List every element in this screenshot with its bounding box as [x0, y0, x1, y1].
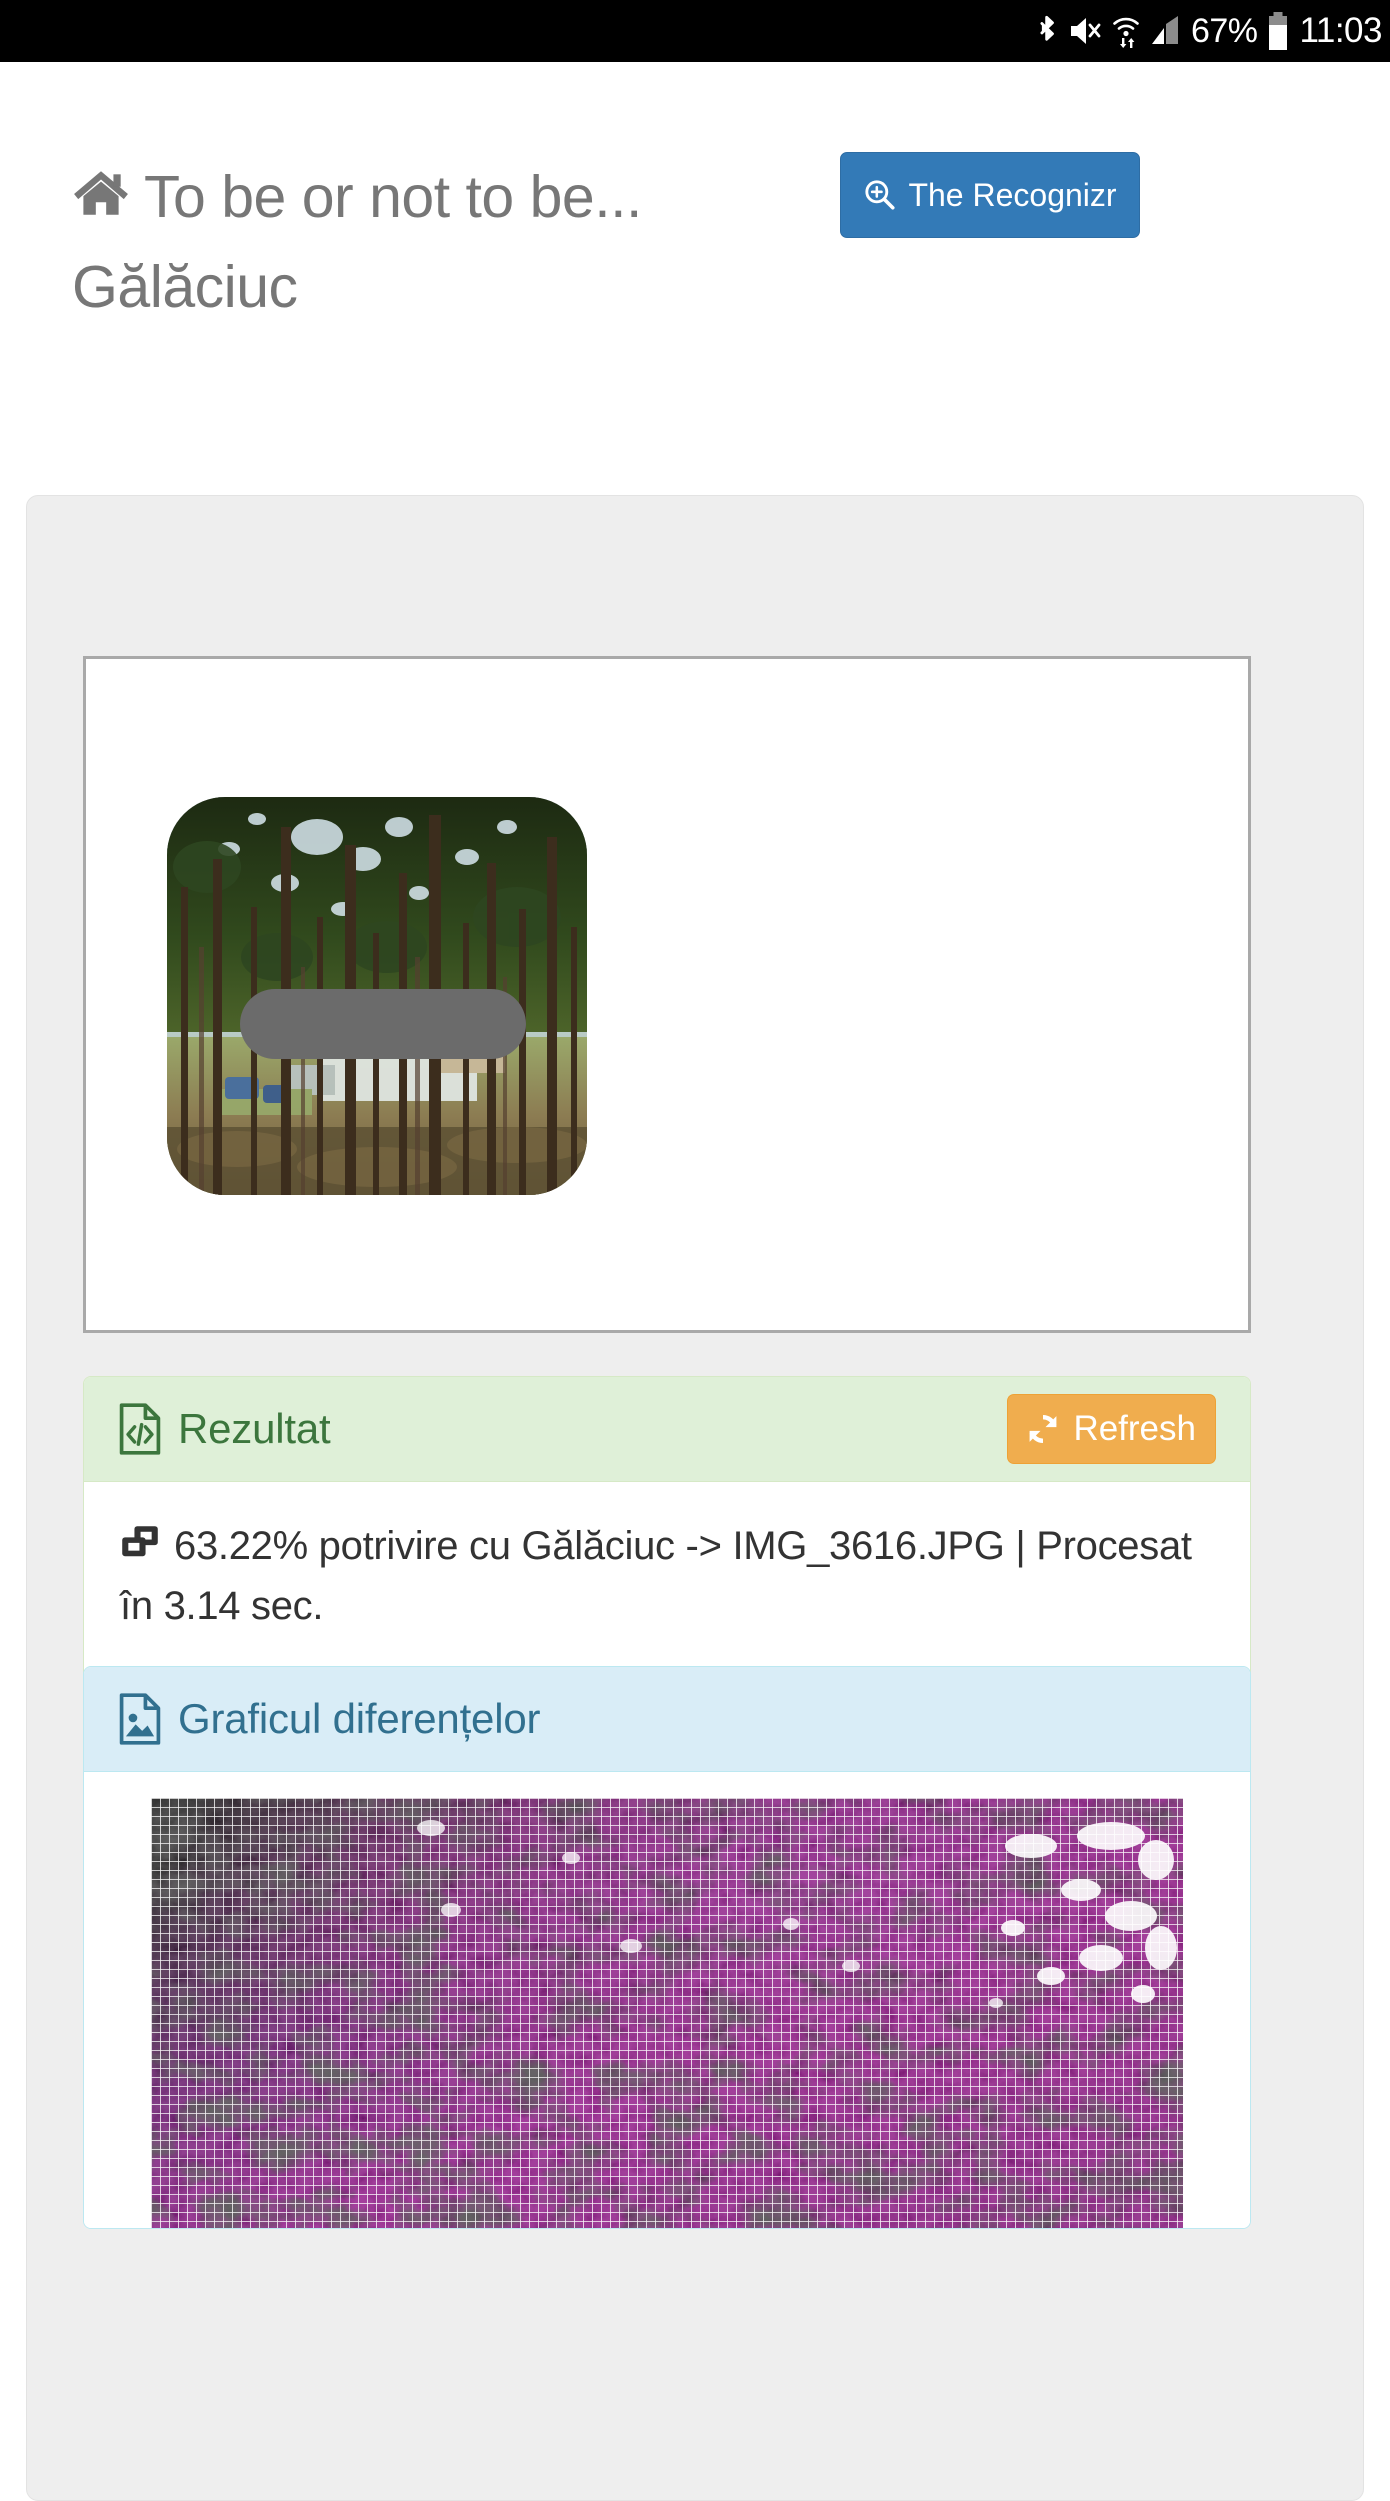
status-bar: 67% 11:03: [0, 0, 1390, 62]
battery-icon: [1267, 11, 1289, 51]
signal-icon: [1150, 14, 1182, 48]
refresh-icon: [1024, 1410, 1062, 1448]
graph-panel: Graficul diferențelor: [83, 1666, 1251, 2229]
result-panel-body: 63.22% potrivire cu Gălăciuc -> IMG_3616…: [84, 1482, 1250, 1680]
redaction-bar: [240, 989, 526, 1059]
file-image-icon: [118, 1693, 162, 1745]
the-recognizr-button[interactable]: The Recognizr: [840, 152, 1140, 238]
battery-percent-label: 67%: [1190, 11, 1258, 50]
bluetooth-icon: [1033, 13, 1059, 49]
clone-icon: [120, 1524, 160, 1564]
mute-icon: [1068, 15, 1102, 47]
page-title-text: To be or not to be... Gălăciuc: [72, 164, 642, 320]
page-title: To be or not to be... Gălăciuc: [72, 152, 832, 332]
result-text-content: 63.22% potrivire cu Gălăciuc -> IMG_3616…: [120, 1524, 1192, 1628]
difference-heatmap-image: [151, 1798, 1183, 2228]
graph-panel-body: [84, 1772, 1250, 2228]
result-panel-heading: Rezultat Refresh: [84, 1377, 1250, 1482]
wifi-icon: [1111, 13, 1141, 49]
image-preview-box: [83, 656, 1251, 1333]
result-panel: Rezultat Refresh 63.22% potrivire cu Găl…: [83, 1376, 1251, 1681]
result-panel-title-text: Rezultat: [178, 1405, 331, 1452]
search-plus-icon: [863, 178, 897, 212]
refresh-button-label: Refresh: [1073, 1409, 1196, 1448]
result-panel-title: Rezultat: [118, 1403, 331, 1455]
result-text: 63.22% potrivire cu Gălăciuc -> IMG_3616…: [120, 1516, 1214, 1636]
the-recognizr-button-label: The Recognizr: [908, 176, 1117, 213]
graph-panel-heading: Graficul diferențelor: [84, 1667, 1250, 1772]
home-icon: [72, 165, 130, 223]
refresh-button[interactable]: Refresh: [1007, 1394, 1216, 1464]
preview-thumbnail[interactable]: [167, 797, 587, 1195]
graph-panel-title: Graficul diferențelor: [118, 1693, 540, 1745]
clock-label: 11:03: [1299, 11, 1383, 50]
difference-heatmap: [151, 1798, 1183, 2228]
graph-panel-title-text: Graficul diferențelor: [178, 1695, 541, 1742]
content-well: Rezultat Refresh 63.22% potrivire cu Găl…: [26, 495, 1364, 2501]
file-code-icon: [118, 1403, 162, 1455]
